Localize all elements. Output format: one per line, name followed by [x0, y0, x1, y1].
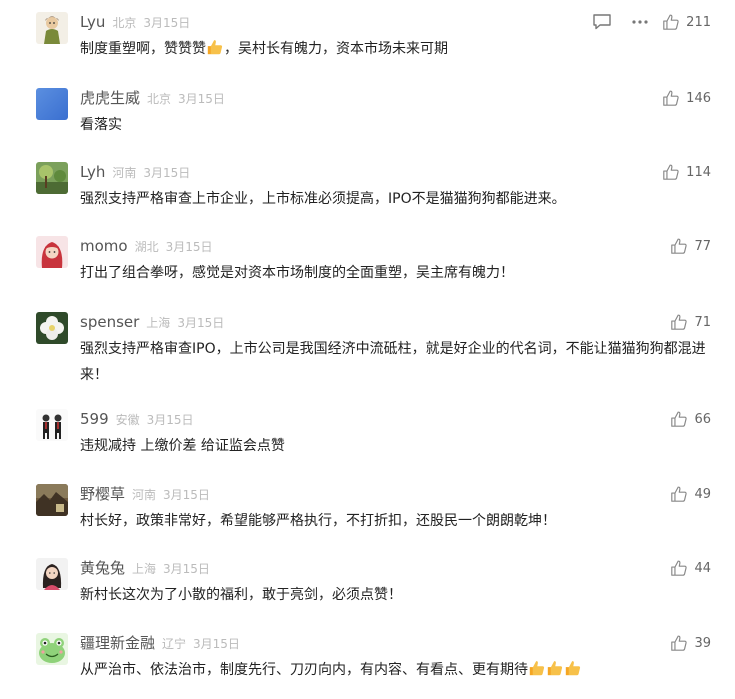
- thumbs-up-icon: [671, 238, 688, 254]
- user-name[interactable]: spenser: [80, 313, 139, 331]
- avatar-cartoon-icon[interactable]: [36, 12, 68, 44]
- comment-text: 看落实: [80, 117, 122, 133]
- user-name[interactable]: 疆理新金融: [80, 634, 155, 652]
- reply-icon[interactable]: [592, 13, 612, 31]
- like-count: 146: [686, 90, 711, 106]
- avatar-people-icon[interactable]: [36, 409, 68, 441]
- location: 安徽: [115, 413, 140, 427]
- avatar-woman-icon[interactable]: [36, 558, 68, 590]
- comment-meta: 599 安徽 3月15日: [80, 409, 194, 429]
- thumbs-up-emoji-icon: [546, 659, 564, 686]
- user-name[interactable]: 虎虎生威: [80, 89, 140, 107]
- avatar-landscape-icon[interactable]: [36, 484, 68, 516]
- comment-list: Lyu 北京 3月15日 211 制度重塑啊，赞赞赞 ，吴村长有魄力，资本市场未来可期…: [0, 0, 735, 699]
- comment-date: 3月15日: [165, 240, 213, 254]
- comment-meta: momo 湖北 3月15日: [80, 236, 213, 256]
- comment-date: 3月15日: [193, 637, 240, 651]
- comment-text-part: 从严治市、依法治市，制度先行、刀刃向内，有内容、有看点、更有期待: [80, 662, 528, 678]
- comment-meta: 疆理新金融 辽宁 3月15日: [80, 633, 240, 653]
- comment-meta: Lyh 河南 3月15日: [80, 162, 190, 182]
- like-count: 44: [694, 560, 711, 576]
- avatar-flower-icon[interactable]: [36, 312, 68, 344]
- thumbs-up-icon: [671, 486, 688, 502]
- comment-meta: 黄兔兔 上海 3月15日: [80, 558, 210, 578]
- comment-date: 3月15日: [163, 488, 210, 502]
- user-name[interactable]: 599: [80, 410, 109, 428]
- avatar-nature-icon[interactable]: [36, 162, 68, 194]
- comment-text: 从严治市、依法治市，制度先行、刀刃向内，有内容、有看点、更有期待: [80, 657, 720, 686]
- comment-date: 3月15日: [143, 16, 191, 30]
- like-count: 66: [694, 411, 711, 427]
- comment-date: 3月15日: [177, 316, 225, 330]
- more-icon[interactable]: [630, 13, 650, 31]
- user-name[interactable]: Lyh: [80, 163, 105, 181]
- location: 辽宁: [162, 637, 187, 651]
- like-button[interactable]: 71: [670, 312, 711, 332]
- like-button[interactable]: 39: [670, 633, 711, 653]
- user-name[interactable]: 野樱草: [80, 485, 125, 503]
- avatar-blue-icon[interactable]: [36, 88, 68, 120]
- comment-text: 制度重塑啊，赞赞赞 ，吴村长有魄力，资本市场未来可期: [80, 36, 720, 65]
- user-name[interactable]: 黄兔兔: [80, 559, 125, 577]
- like-count: 71: [694, 314, 711, 330]
- like-button[interactable]: 49: [670, 484, 711, 504]
- location: 上海: [146, 316, 171, 330]
- comment-text: 强烈支持严格审查上市企业，上市标准必须提高，IPO不是猫猫狗狗都能进来。: [80, 191, 566, 207]
- comment-tools: [592, 12, 650, 32]
- thumbs-up-emoji-icon: [206, 38, 224, 65]
- comment-meta: Lyu 北京 3月15日: [80, 12, 190, 32]
- comment-text-part: 制度重塑啊，赞赞赞: [80, 41, 206, 57]
- location: 河南: [132, 488, 157, 502]
- thumbs-up-icon: [671, 560, 688, 576]
- avatar-girl-icon[interactable]: [36, 236, 68, 268]
- thumbs-up-emoji-icon: [564, 659, 582, 686]
- location: 湖北: [134, 240, 159, 254]
- comment-text: 打出了组合拳呀，感觉是对资本市场制度的全面重塑，吴主席有魄力！: [80, 265, 514, 281]
- thumbs-up-icon: [663, 164, 679, 180]
- comment-text: 新村长这次为了小散的福利，敢于亮剑，必须点赞！: [80, 587, 402, 603]
- like-count: 211: [686, 14, 711, 30]
- avatar-frog-icon[interactable]: [36, 633, 68, 665]
- thumbs-up-icon: [671, 635, 688, 651]
- like-button[interactable]: 114: [662, 162, 711, 182]
- comment-text: 村长好，政策非常好，希望能够严格执行，不打折扣，还股民一个朗朗乾坤！: [80, 513, 556, 529]
- like-count: 114: [686, 164, 711, 180]
- like-count: 39: [694, 635, 711, 651]
- like-button[interactable]: 66: [670, 409, 711, 429]
- location: 上海: [132, 562, 157, 576]
- location: 河南: [112, 166, 137, 180]
- like-button[interactable]: 77: [670, 236, 711, 256]
- comment-meta: 野樱草 河南 3月15日: [80, 484, 210, 504]
- comment-date: 3月15日: [146, 413, 194, 427]
- comment-meta: 虎虎生威 北京 3月15日: [80, 88, 225, 108]
- thumbs-up-icon: [671, 411, 688, 427]
- user-name[interactable]: momo: [80, 237, 128, 255]
- comment-text-part: ，吴村长有魄力，资本市场未来可期: [224, 41, 448, 57]
- like-button[interactable]: 146: [662, 88, 711, 108]
- location: 北京: [112, 16, 137, 30]
- user-name[interactable]: Lyu: [80, 13, 105, 31]
- thumbs-up-emoji-icon: [528, 659, 546, 686]
- like-count: 77: [694, 238, 711, 254]
- like-button[interactable]: 211: [662, 12, 711, 32]
- like-button[interactable]: 44: [670, 558, 711, 578]
- comment-text: 强烈支持严格审查IPO，上市公司是我国经济中流砥柱，就是好企业的代名词，不能让猫…: [80, 341, 706, 383]
- thumbs-up-icon: [663, 90, 679, 106]
- comment-date: 3月15日: [143, 166, 191, 180]
- comment-date: 3月15日: [178, 92, 225, 106]
- comment-date: 3月15日: [163, 562, 210, 576]
- thumbs-up-icon: [671, 314, 688, 330]
- location: 北京: [147, 92, 172, 106]
- thumbs-up-icon: [663, 14, 679, 30]
- like-count: 49: [694, 486, 711, 502]
- comment-meta: spenser 上海 3月15日: [80, 312, 224, 332]
- comment-text: 违规减持 上缴价差 给证监会点赞: [80, 438, 285, 454]
